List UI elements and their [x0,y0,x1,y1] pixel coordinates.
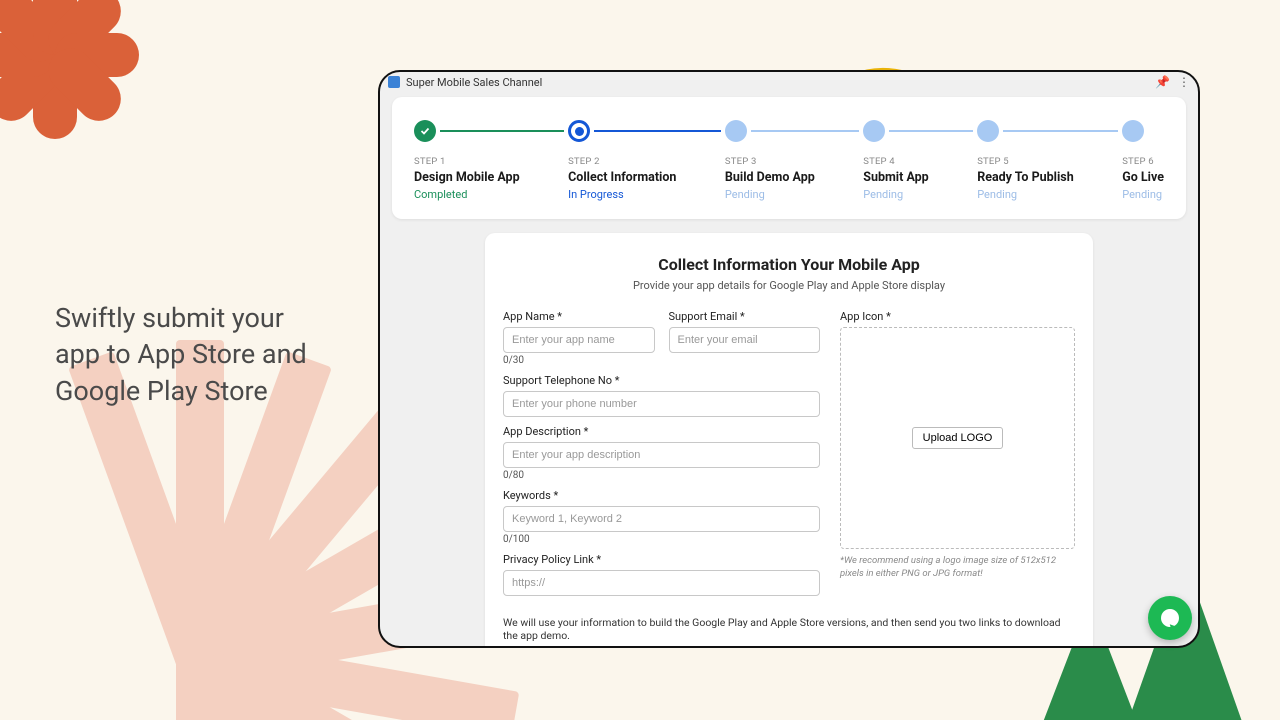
form-note: We will use your information to build th… [503,616,1075,642]
field-keywords: Keywords * 0/100 [503,489,820,545]
counter-app-name: 0/30 [503,355,655,366]
input-privacy-link[interactable] [503,570,820,596]
decor-flower [0,0,140,140]
step-num: STEP 2 [568,156,725,167]
upload-logo-button[interactable]: Upload LOGO [912,427,1004,449]
step-status: In Progress [568,188,725,201]
step-publish[interactable]: STEP 5 Ready To Publish Pending [977,119,1122,201]
label-privacy-link: Privacy Policy Link * [503,553,820,566]
progress-card: STEP 1 Design Mobile App Completed STEP … [392,97,1186,219]
counter-app-description: 0/80 [503,470,820,481]
step-design[interactable]: STEP 1 Design Mobile App Completed [414,119,568,201]
step-num: STEP 4 [863,156,977,167]
step-title: Collect Information [568,170,725,185]
form-heading: Collect Information Your Mobile App [503,255,1075,274]
step-status: Pending [1122,188,1164,201]
promo-headline: Swiftly submit your app to App Store and… [55,300,335,409]
field-app-name: App Name * 0/30 [503,310,655,366]
pending-step-icon [977,120,999,142]
form-card: Collect Information Your Mobile App Prov… [485,233,1093,648]
app-icon [388,76,400,88]
field-support-email: Support Email * [669,310,821,366]
label-app-name: App Name * [503,310,655,323]
pin-icon[interactable]: 📌 [1155,75,1170,89]
label-support-phone: Support Telephone No * [503,374,820,387]
step-title: Build Demo App [725,170,863,185]
window-title: Super Mobile Sales Channel [406,76,542,89]
step-num: STEP 5 [977,156,1122,167]
active-step-icon [568,120,590,142]
counter-keywords: 0/100 [503,534,820,545]
label-app-description: App Description * [503,425,820,438]
field-support-phone: Support Telephone No * [503,374,820,417]
stepper: STEP 1 Design Mobile App Completed STEP … [392,97,1186,219]
input-keywords[interactable] [503,506,820,532]
titlebar: Super Mobile Sales Channel 📌 ⋮ [380,72,1198,91]
step-status: Pending [725,188,863,201]
step-title: Design Mobile App [414,170,568,185]
step-build[interactable]: STEP 3 Build Demo App Pending [725,119,863,201]
check-icon [414,120,436,142]
icon-dropzone[interactable]: Upload LOGO [840,327,1075,549]
pending-step-icon [863,120,885,142]
icon-hint: *We recommend using a logo image size of… [840,555,1075,581]
step-title: Ready To Publish [977,170,1122,185]
pending-step-icon [725,120,747,142]
step-num: STEP 3 [725,156,863,167]
step-status: Pending [977,188,1122,201]
form-subheading: Provide your app details for Google Play… [503,279,1075,292]
field-app-description: App Description * 0/80 [503,425,820,481]
field-app-icon: App Icon * Upload LOGO *We recommend usi… [840,310,1075,581]
step-status: Completed [414,188,568,201]
input-support-phone[interactable] [503,391,820,417]
pending-step-icon [1122,120,1144,142]
label-app-icon: App Icon * [840,310,1075,323]
more-icon[interactable]: ⋮ [1178,75,1190,89]
step-golive[interactable]: STEP 6 Go Live Pending [1122,119,1164,201]
step-num: STEP 1 [414,156,568,167]
field-privacy-link: Privacy Policy Link * [503,553,820,596]
app-window: Super Mobile Sales Channel 📌 ⋮ STEP 1 De… [378,70,1200,648]
chat-fab[interactable] [1148,596,1192,640]
step-collect[interactable]: STEP 2 Collect Information In Progress [568,119,725,201]
step-submit[interactable]: STEP 4 Submit App Pending [863,119,977,201]
step-num: STEP 6 [1122,156,1164,167]
input-app-name[interactable] [503,327,655,353]
step-title: Submit App [863,170,977,185]
input-support-email[interactable] [669,327,821,353]
step-status: Pending [863,188,977,201]
label-support-email: Support Email * [669,310,821,323]
input-app-description[interactable] [503,442,820,468]
label-keywords: Keywords * [503,489,820,502]
step-title: Go Live [1122,170,1164,185]
